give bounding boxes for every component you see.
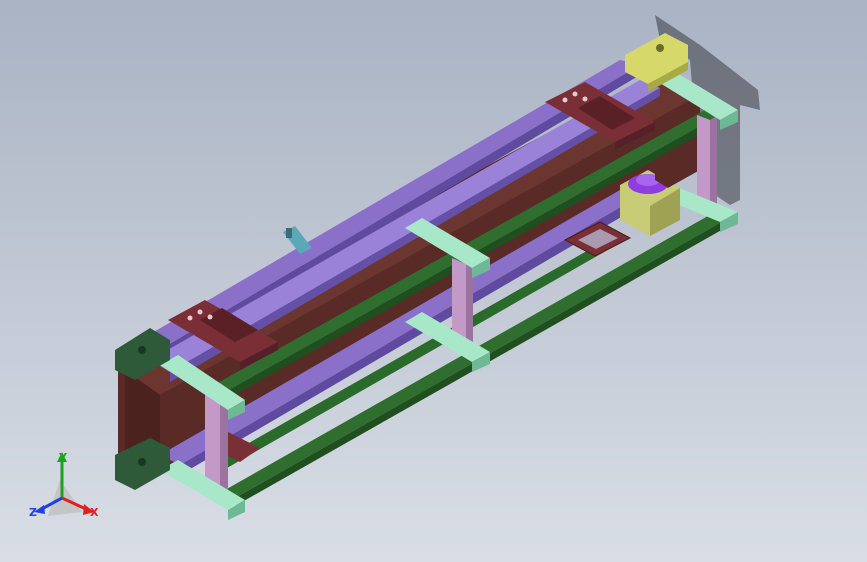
- y-axis-label: Y: [58, 451, 68, 464]
- x-axis-label: X: [90, 506, 99, 519]
- sensor-bracket[interactable]: [283, 226, 312, 254]
- z-axis-label: Z: [29, 506, 37, 519]
- axis-triad[interactable]: Y X Z: [0, 0, 110, 530]
- cad-viewport[interactable]: Y X Z: [0, 0, 867, 562]
- conveyor-model[interactable]: [0, 0, 867, 562]
